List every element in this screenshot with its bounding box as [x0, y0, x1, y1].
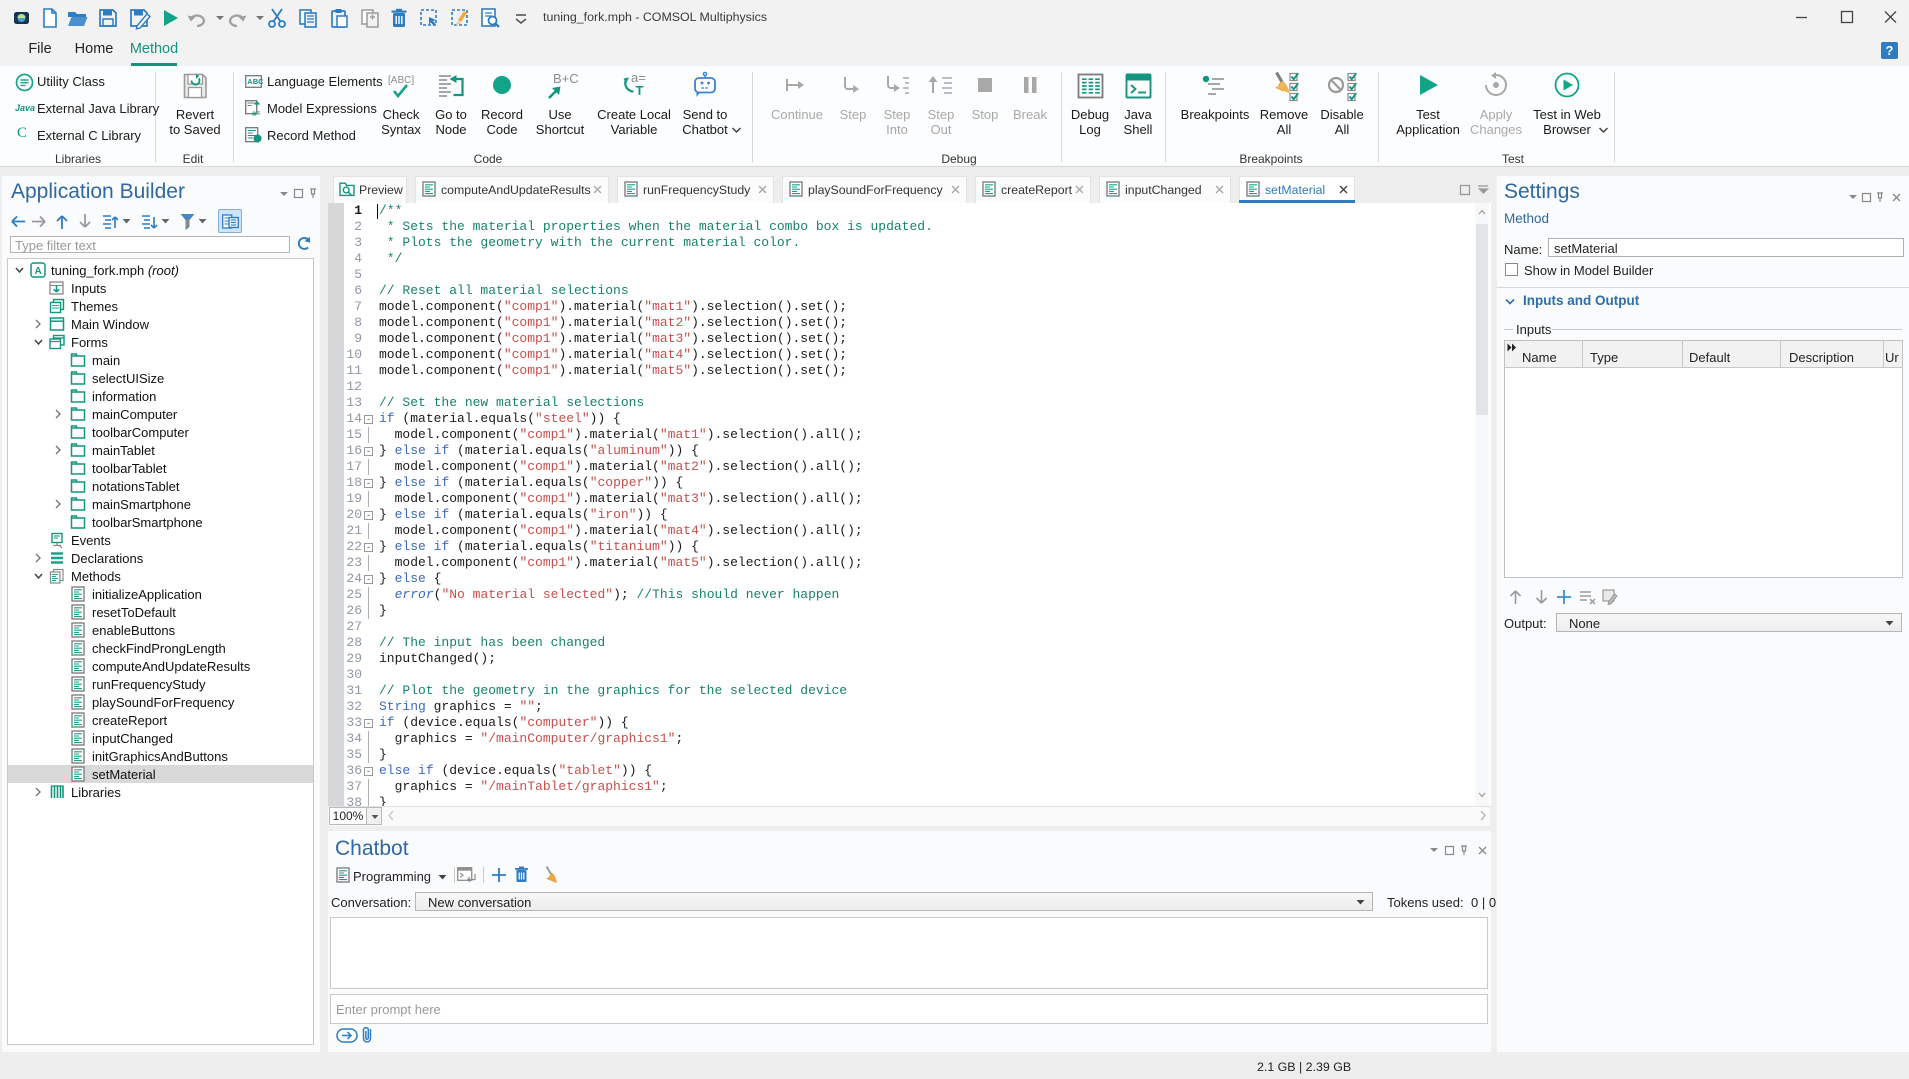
svg-text:[ABC]: [ABC]: [388, 75, 414, 86]
svg-text:T: T: [636, 83, 644, 98]
svg-text:a=: a=: [252, 109, 261, 118]
svg-text:B+C: B+C: [553, 71, 579, 86]
svg-text:A: A: [35, 266, 42, 277]
svg-text:ABC: ABC: [247, 77, 264, 86]
